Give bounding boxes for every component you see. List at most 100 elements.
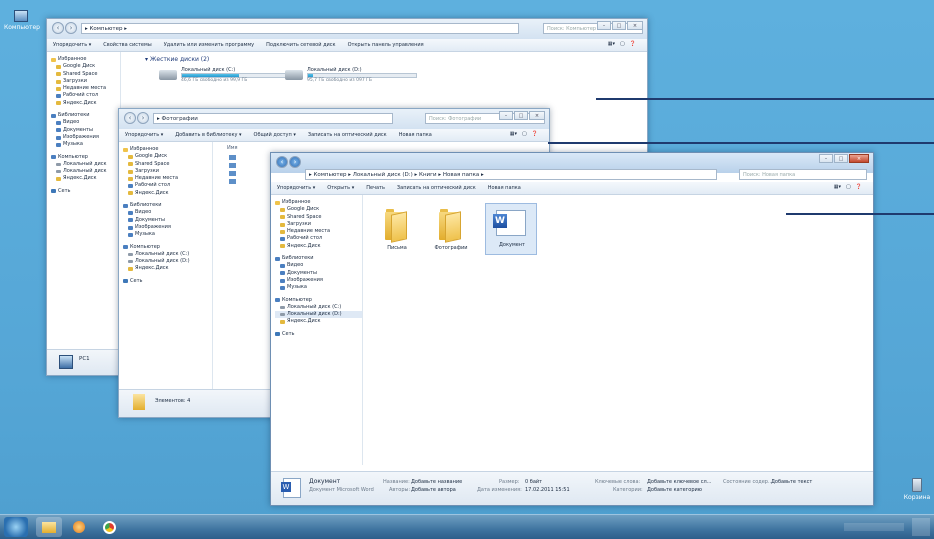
address-bar[interactable]: ▸ Компьютер ▸ <box>81 23 519 34</box>
burn-button[interactable]: Записать на оптический диск <box>397 185 476 191</box>
organize-menu[interactable]: Упорядочить ▾ <box>125 132 163 138</box>
nav-yandex-disk[interactable]: Яндекс.Диск <box>51 100 120 107</box>
close-button[interactable]: × <box>529 111 545 120</box>
hard-drives-section[interactable]: ▾ Жесткие диски (2) <box>145 56 209 63</box>
back-button[interactable]: ‹ <box>124 112 136 124</box>
image-file-icon[interactable] <box>229 171 236 176</box>
help-icon[interactable]: ❓ <box>856 184 862 190</box>
nav-desktop[interactable]: Рабочий стол <box>123 182 212 189</box>
folder-photos[interactable] <box>437 209 465 243</box>
nav-computer[interactable]: Компьютер <box>275 297 362 304</box>
nav-downloads[interactable]: Загрузки <box>123 168 212 175</box>
nav-network[interactable]: Сеть <box>51 188 120 195</box>
title-value[interactable]: Добавьте название <box>411 479 462 485</box>
nav-google-drive[interactable]: Google Диск <box>123 153 212 160</box>
category-value[interactable]: Добавьте категорию <box>647 487 702 493</box>
forward-button[interactable]: › <box>289 156 301 168</box>
nav-desktop[interactable]: Рабочий стол <box>275 235 362 242</box>
new-folder-button[interactable]: Новая папка <box>488 185 521 191</box>
nav-desktop[interactable]: Рабочий стол <box>51 92 120 99</box>
nav-shared-space[interactable]: Shared Space <box>275 214 362 221</box>
nav-music[interactable]: Музыка <box>51 141 120 148</box>
folder-letters[interactable] <box>383 209 411 243</box>
nav-favorites[interactable]: Избранное <box>51 56 120 63</box>
nav-favorites[interactable]: Избранное <box>123 146 212 153</box>
nav-documents[interactable]: Документы <box>123 217 212 224</box>
nav-yandex-disk-2[interactable]: Яндекс.Диск <box>123 265 212 272</box>
burn-button[interactable]: Записать на оптический диск <box>308 132 387 138</box>
uninstall-program-button[interactable]: Удалить или изменить программу <box>164 42 254 48</box>
close-button[interactable]: × <box>627 21 643 30</box>
nav-documents[interactable]: Документы <box>275 270 362 277</box>
nav-videos[interactable]: Видео <box>123 209 212 216</box>
minimize-button[interactable]: – <box>597 21 611 30</box>
image-file-icon[interactable] <box>229 179 236 184</box>
system-tray[interactable] <box>844 523 904 531</box>
minimize-button[interactable]: – <box>499 111 513 120</box>
name-column-header[interactable]: Имя <box>227 145 238 151</box>
image-file-icon[interactable] <box>229 155 236 160</box>
content-status-value[interactable]: Добавьте текст <box>771 479 812 485</box>
share-menu[interactable]: Общий доступ ▾ <box>254 132 296 138</box>
nav-google-drive[interactable]: Google Диск <box>51 63 120 70</box>
view-icon[interactable]: ▦▾ <box>834 184 841 190</box>
address-bar[interactable]: ▸ Фотографии <box>153 113 393 124</box>
taskbar-media-button[interactable] <box>66 517 92 537</box>
print-button[interactable]: Печать <box>366 185 385 191</box>
view-icon[interactable]: ▦▾ <box>608 41 615 47</box>
nav-downloads[interactable]: Загрузки <box>51 78 120 85</box>
start-button[interactable] <box>4 517 28 537</box>
show-desktop-button[interactable] <box>912 518 930 536</box>
keywords-value[interactable]: Добавьте ключевое сл... <box>647 479 711 485</box>
nav-pictures[interactable]: Изображения <box>51 134 120 141</box>
nav-pictures[interactable]: Изображения <box>123 224 212 231</box>
nav-drive-d[interactable]: Локальный диск (D:) <box>123 258 212 265</box>
taskbar-chrome-button[interactable] <box>96 517 122 537</box>
recycle-bin-desktop-icon[interactable]: Корзина <box>902 478 932 501</box>
search-input[interactable]: Поиск: Новая папка <box>739 169 867 180</box>
nav-shared-space[interactable]: Shared Space <box>123 161 212 168</box>
forward-button[interactable]: › <box>65 22 77 34</box>
forward-button[interactable]: › <box>137 112 149 124</box>
help-icon[interactable]: ❓ <box>630 41 636 47</box>
document-item[interactable]: W Документ <box>485 203 537 255</box>
map-network-drive-button[interactable]: Подключить сетевой диск <box>266 42 336 48</box>
nav-yandex-disk[interactable]: Яндекс.Диск <box>275 243 362 250</box>
drive-c-tile[interactable]: Локальный диск (C:) 46,6 ГБ свободно из … <box>159 67 291 83</box>
open-control-panel-button[interactable]: Открыть панель управления <box>348 42 424 48</box>
add-to-library-menu[interactable]: Добавить в библиотеку ▾ <box>175 132 241 138</box>
organize-menu[interactable]: Упорядочить ▾ <box>277 185 315 191</box>
back-button[interactable]: ‹ <box>52 22 64 34</box>
new-folder-button[interactable]: Новая папка <box>399 132 432 138</box>
back-button[interactable]: ‹ <box>276 156 288 168</box>
nav-libraries[interactable]: Библиотеки <box>123 202 212 209</box>
nav-yandex-disk-2[interactable]: Яндекс.Диск <box>275 318 362 325</box>
help-icon[interactable]: ❓ <box>532 131 538 137</box>
nav-network[interactable]: Сеть <box>123 278 212 285</box>
authors-value[interactable]: Добавьте автора <box>411 487 456 493</box>
nav-yandex-disk[interactable]: Яндекс.Диск <box>123 190 212 197</box>
nav-google-drive[interactable]: Google Диск <box>275 206 362 213</box>
preview-pane-icon[interactable]: ▢ <box>620 41 625 47</box>
preview-pane-icon[interactable]: ▢ <box>846 184 851 190</box>
nav-shared-space[interactable]: Shared Space <box>51 71 120 78</box>
view-icon[interactable]: ▦▾ <box>510 131 517 137</box>
new-folder-window[interactable]: ‹ › ▸ Компьютер ▸ Локальный диск (D:) ▸ … <box>270 152 874 506</box>
nav-libraries[interactable]: Библиотеки <box>51 112 120 119</box>
organize-menu[interactable]: Упорядочить ▾ <box>53 42 91 48</box>
nav-libraries[interactable]: Библиотеки <box>275 255 362 262</box>
nav-videos[interactable]: Видео <box>51 119 120 126</box>
address-bar[interactable]: ▸ Компьютер ▸ Локальный диск (D:) ▸ Книг… <box>305 169 717 180</box>
nav-drive-d[interactable]: Локальный диск (D:) <box>275 311 362 319</box>
nav-yandex-disk-2[interactable]: Яндекс.Диск <box>51 175 120 182</box>
computer-desktop-icon[interactable]: Компьютер <box>4 10 40 31</box>
maximize-button[interactable]: □ <box>514 111 528 120</box>
preview-pane-icon[interactable]: ▢ <box>522 131 527 137</box>
open-menu[interactable]: Открыть ▾ <box>327 185 354 191</box>
system-properties-button[interactable]: Свойства системы <box>103 42 151 48</box>
close-button[interactable]: × <box>849 154 869 163</box>
nav-videos[interactable]: Видео <box>275 262 362 269</box>
nav-drive-d[interactable]: Локальный диск <box>51 168 120 175</box>
nav-downloads[interactable]: Загрузки <box>275 221 362 228</box>
drive-d-tile[interactable]: Локальный диск (D:) 95,7 ГБ свободно из … <box>285 67 417 83</box>
